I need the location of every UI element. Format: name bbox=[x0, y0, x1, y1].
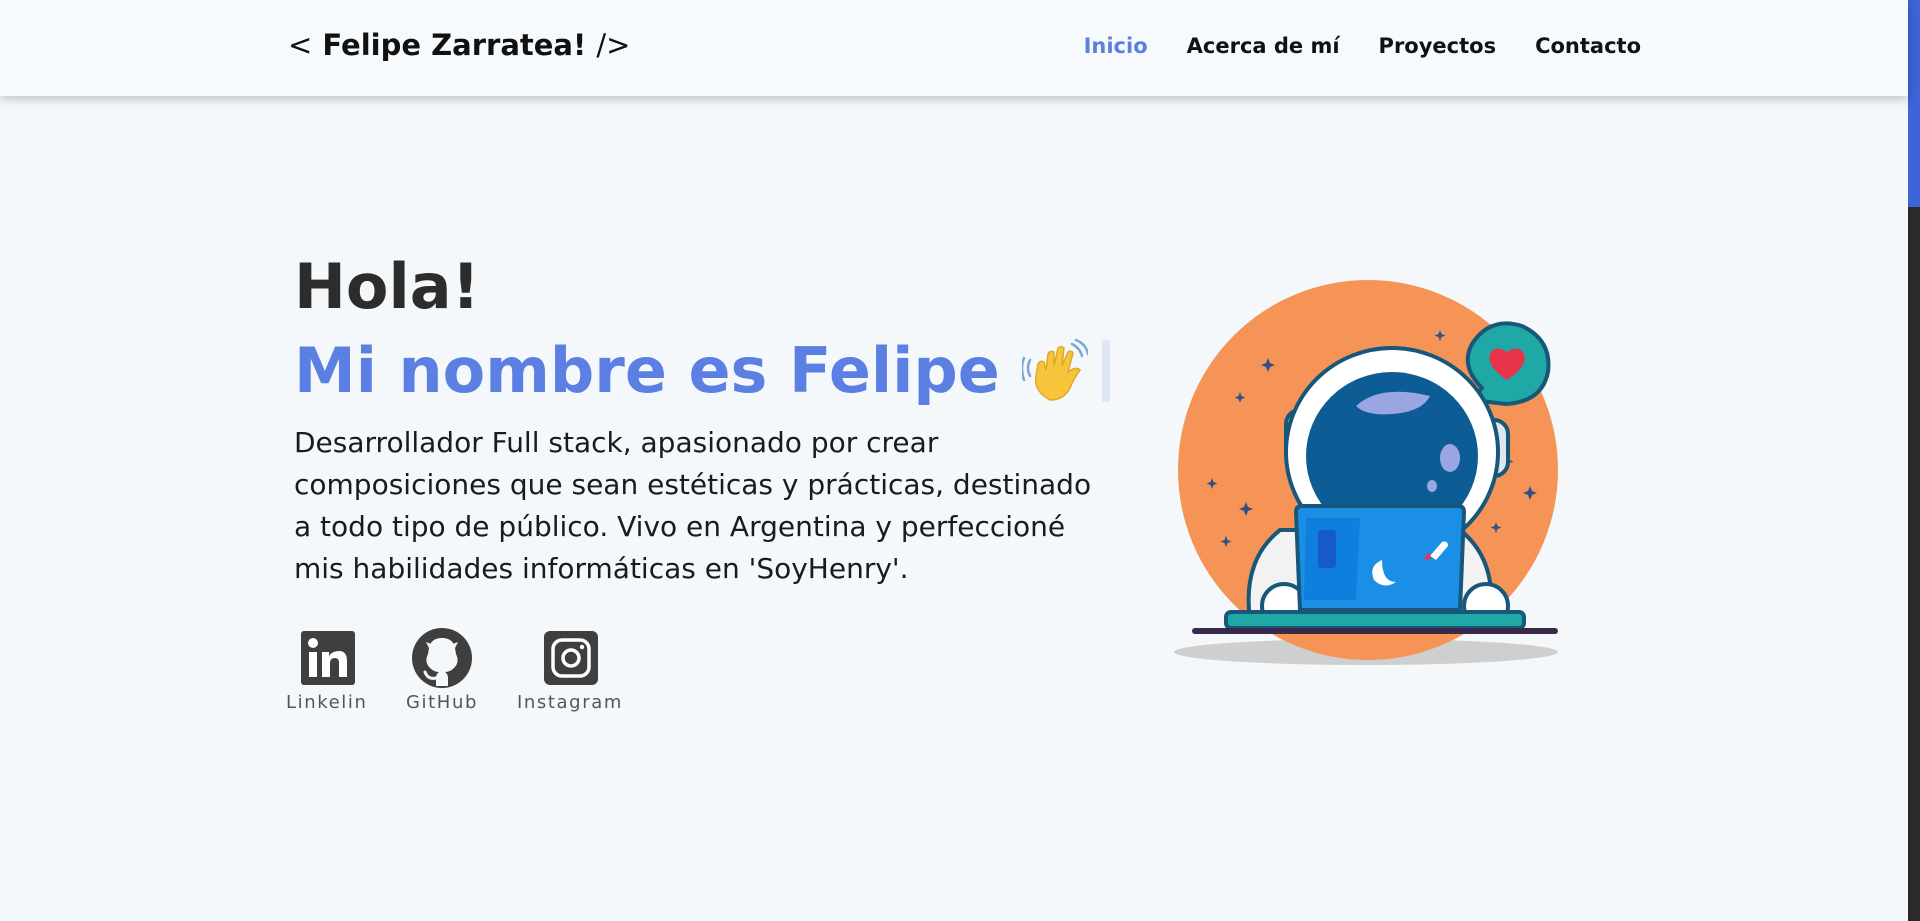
instagram-icon bbox=[543, 631, 598, 685]
scrollbar[interactable] bbox=[1908, 0, 1920, 921]
brand-close-bracket: /> bbox=[596, 28, 631, 62]
hero-description: Desarrollador Full stack, apasionado por… bbox=[294, 426, 1092, 585]
social-linkedin[interactable]: Linkelin bbox=[286, 628, 368, 713]
brand-open-bracket: < bbox=[288, 28, 313, 62]
social-github-label: GitHub bbox=[406, 692, 478, 713]
hero-name-line: Mi nombre es Felipe bbox=[294, 334, 1110, 407]
navbar: < Felipe Zarratea! /> Inicio Acerca de m… bbox=[0, 0, 1908, 96]
brand-name: Felipe Zarratea! bbox=[322, 28, 587, 62]
waving-hand-icon bbox=[1020, 338, 1090, 404]
nav-link-inicio[interactable]: Inicio bbox=[1084, 34, 1148, 58]
hero-greeting: Hola! bbox=[294, 250, 480, 323]
main-nav: Inicio Acerca de mí Proyectos Contacto bbox=[1084, 34, 1641, 58]
social-linkedin-label: Linkelin bbox=[286, 692, 368, 713]
social-instagram[interactable]: Instagram bbox=[517, 628, 623, 713]
astronaut-illustration bbox=[1160, 260, 1600, 680]
nav-link-proyectos[interactable]: Proyectos bbox=[1379, 34, 1497, 58]
nav-link-contacto[interactable]: Contacto bbox=[1535, 34, 1641, 58]
social-instagram-label: Instagram bbox=[517, 692, 623, 713]
linkedin-icon bbox=[300, 631, 355, 685]
social-github[interactable]: GitHub bbox=[406, 628, 478, 713]
brand-logo[interactable]: < Felipe Zarratea! /> bbox=[288, 28, 630, 62]
scrollbar-thumb[interactable] bbox=[1908, 0, 1920, 207]
nav-link-acerca[interactable]: Acerca de mí bbox=[1187, 34, 1340, 58]
hero-name-text: Mi nombre es Felipe bbox=[294, 334, 1000, 407]
github-icon bbox=[411, 628, 472, 688]
typing-cursor bbox=[1101, 339, 1110, 402]
